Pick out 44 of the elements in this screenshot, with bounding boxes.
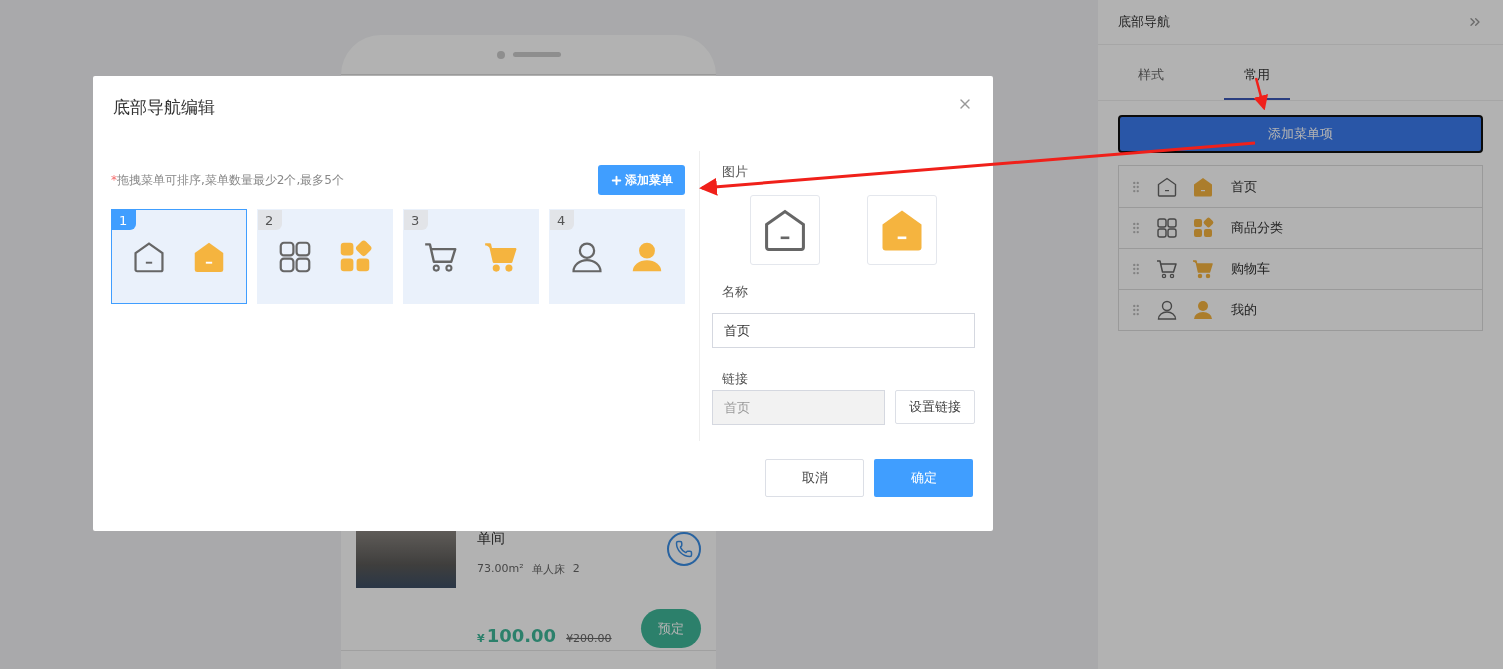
tab[interactable]: 常用 — [1224, 66, 1290, 100]
field-label: 名称 — [721, 283, 749, 301]
dialog-title: 底部导航编辑 — [113, 96, 215, 119]
original-price: ¥200.00 — [566, 632, 612, 645]
hint-text: *拖拽菜单可排序,菜单数量最少2个,最多5个 — [111, 171, 344, 189]
menu-list-item[interactable]: 商品分类 — [1119, 207, 1482, 248]
icon-picker[interactable] — [750, 195, 820, 265]
menu-number: 2 — [258, 210, 282, 230]
bed-count: 2 — [572, 562, 580, 577]
menu-number: 1 — [112, 210, 136, 230]
menu-card[interactable]: 2 — [257, 209, 393, 304]
filled-icon — [1191, 298, 1215, 322]
menu-list-item[interactable]: 购物车 — [1119, 248, 1482, 289]
outline-icon — [1155, 216, 1179, 240]
outline-icon — [1155, 257, 1179, 281]
bed-type: 单人床 — [531, 562, 565, 577]
outline-icon — [1155, 298, 1179, 322]
menu-card[interactable]: 3 — [403, 209, 539, 304]
menu-list-item[interactable]: 我的 — [1119, 289, 1482, 330]
plus-icon — [610, 173, 623, 187]
room-area: 73.00m² — [477, 562, 524, 577]
filled-icon — [1191, 257, 1215, 281]
menu-item-label: 商品分类 — [1231, 219, 1283, 237]
menu-number: 3 — [404, 210, 428, 230]
name-field[interactable]: 首页 — [712, 313, 975, 348]
menu-item-label: 首页 — [1231, 177, 1257, 196]
phone-icon[interactable] — [667, 532, 701, 566]
field-label: 图片 — [721, 163, 749, 181]
room-name: 单间 — [477, 530, 506, 548]
filled-icon — [1191, 216, 1215, 240]
speaker-slot — [512, 52, 561, 57]
price: ¥100.00 — [477, 625, 557, 646]
cancel-button[interactable]: 取消 — [765, 459, 864, 497]
field-label: 链接 — [721, 370, 749, 388]
set-link-button[interactable]: 设置链接 — [895, 390, 975, 424]
menu-card[interactable]: 4 — [549, 209, 685, 304]
menu-item-label: 购物车 — [1231, 260, 1270, 278]
tab[interactable]: 样式 — [1118, 66, 1184, 100]
menu-number: 4 — [550, 210, 574, 230]
camera-dot — [496, 50, 505, 59]
add-menu-item-button[interactable]: 添加菜单项 — [1118, 115, 1483, 153]
menu-list-item[interactable]: 首页 — [1119, 166, 1482, 207]
menu-item-label: 我的 — [1231, 301, 1257, 319]
panel-title: 底部导航 — [1118, 13, 1170, 31]
